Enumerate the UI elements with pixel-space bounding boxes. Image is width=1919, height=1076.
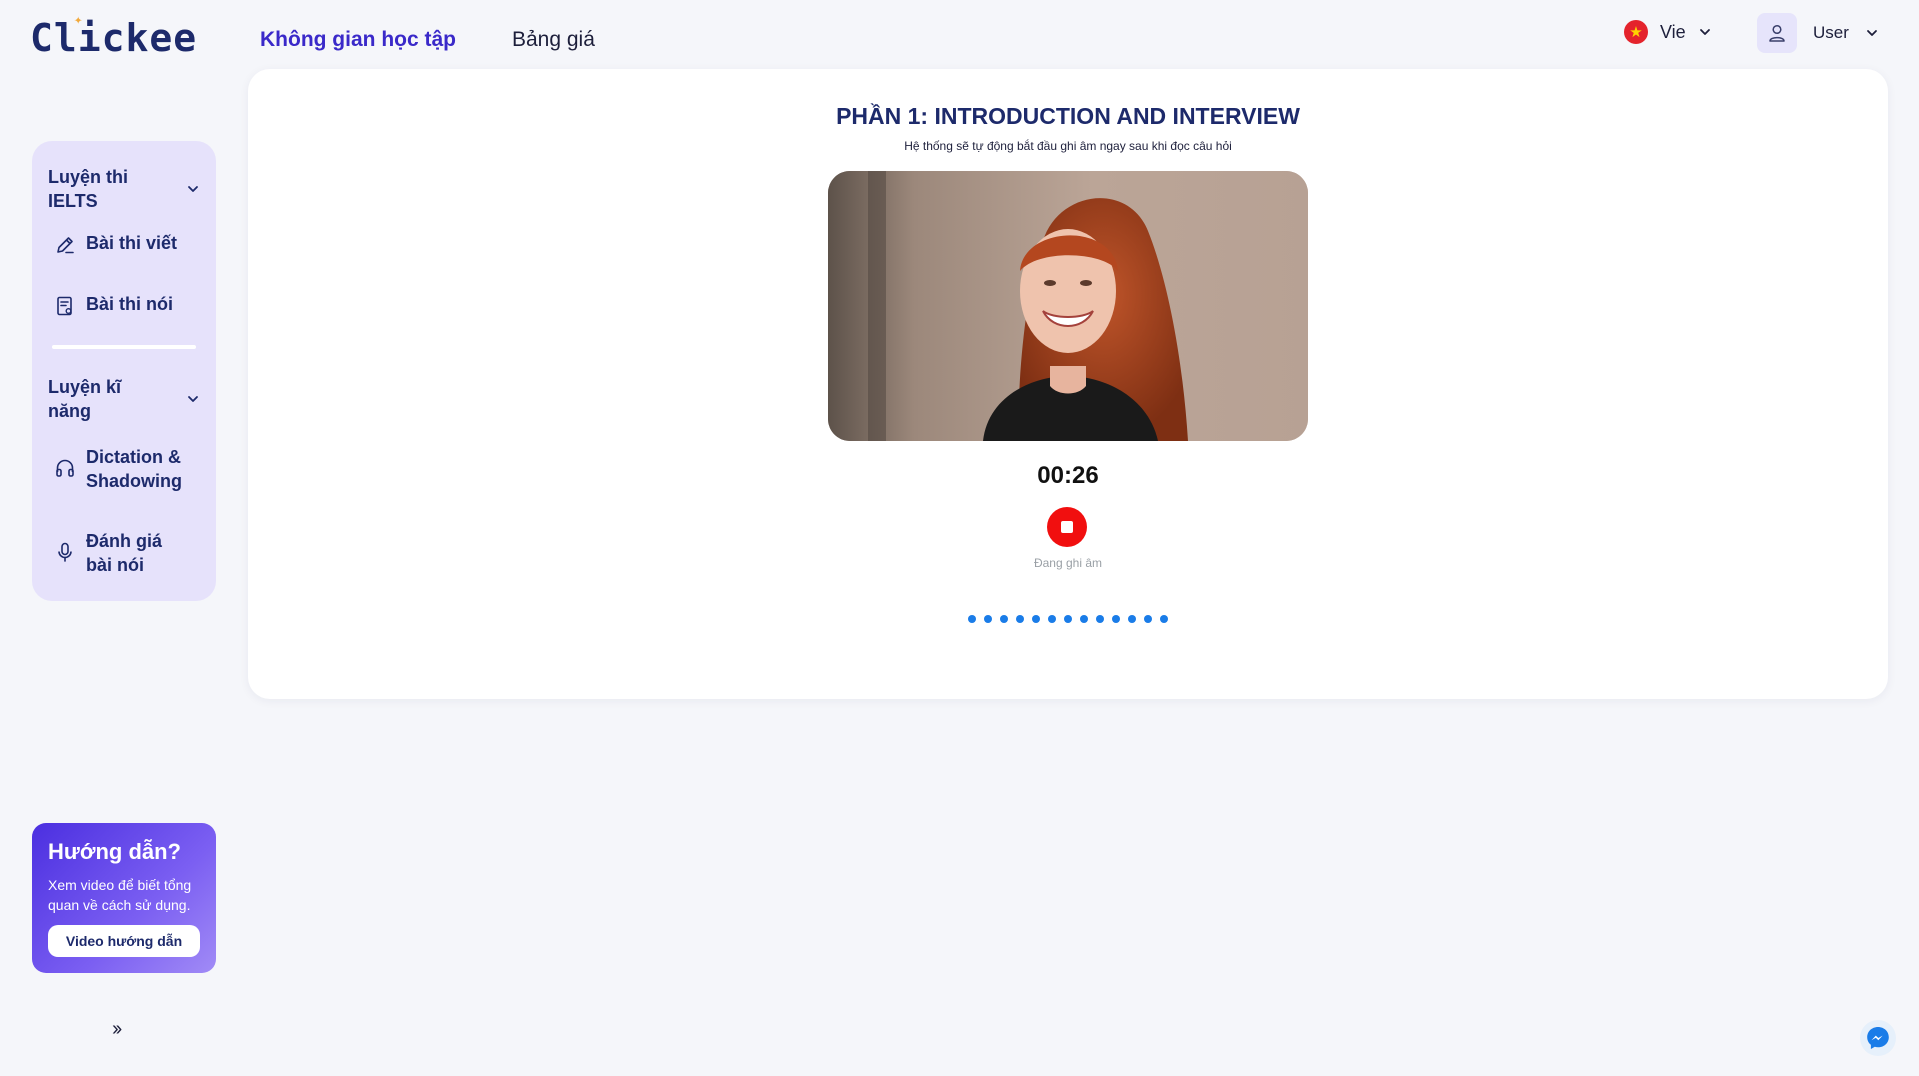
progress-dot [1112, 615, 1120, 623]
sidebar-divider [52, 345, 196, 349]
logo-text: Clickee [30, 16, 198, 60]
recording-status: Đang ghi âm [1033, 556, 1103, 570]
sidebar-item-dictation[interactable]: Dictation & Shadowing [48, 445, 200, 493]
main-nav: Không gian học tập Bảng giá [260, 28, 595, 52]
examiner-portrait [828, 171, 1308, 441]
microphone-icon [58, 542, 72, 562]
nav-learning-space[interactable]: Không gian học tập [260, 28, 456, 52]
section-ielts-toggle[interactable]: Luyện thi IELTS [48, 165, 200, 213]
sidebar-item-speaking-test[interactable]: Bài thi nói [48, 292, 200, 317]
user-menu[interactable]: User [1757, 13, 1879, 53]
stop-recording-button[interactable] [1047, 507, 1087, 547]
guide-title: Hướng dẫn? [48, 839, 181, 864]
part-subtitle: Hệ thống sẽ tự động bắt đầu ghi âm ngay … [904, 139, 1232, 153]
user-label: User [1813, 23, 1849, 42]
stop-icon [1061, 521, 1073, 533]
sidebar-item-writing-test[interactable]: Bài thi viết [48, 231, 200, 256]
chevron-down-icon [188, 396, 198, 402]
progress-dot [968, 615, 976, 623]
chevron-down-icon [1867, 30, 1877, 36]
app-logo[interactable]: Clickee ✦ [30, 12, 198, 60]
progress-dot [984, 615, 992, 623]
recording-timer: 00:26 [1037, 462, 1099, 489]
expand-sidebar-icon[interactable]: ›› [112, 1018, 122, 1041]
pencil-icon [57, 237, 74, 254]
chevron-down-icon [1699, 29, 1710, 35]
progress-dot [1128, 615, 1136, 623]
guide-card: Hướng dẫn? Xem video để biết tổng quan v… [32, 823, 216, 973]
language-selector[interactable]: ★ Vie [1624, 20, 1712, 44]
sidebar-item-label: Đánh giá bài nói [86, 531, 163, 575]
user-icon [1769, 24, 1785, 42]
avatar [1757, 13, 1797, 53]
section-title: Luyện kĩ năng [48, 377, 122, 421]
progress-dot [1032, 615, 1040, 623]
sidebar-item-speaking-review[interactable]: Đánh giá bài nói [48, 529, 200, 577]
speaking-test-card: PHẦN 1: INTRODUCTION AND INTERVIEW Hệ th… [248, 69, 1888, 699]
part-title: PHẦN 1: INTRODUCTION AND INTERVIEW [836, 103, 1300, 129]
progress-dot [1016, 615, 1024, 623]
progress-dot [1000, 615, 1008, 623]
progress-dot [1160, 615, 1168, 623]
guide-description: Xem video để biết tổng quan về cách sử d… [48, 877, 192, 913]
progress-dot [1144, 615, 1152, 623]
sidebar: Luyện thi IELTS Bài thi viết Bài thi nói… [32, 141, 216, 601]
headphones-icon [56, 459, 74, 477]
sidebar-item-label: Bài thi viết [86, 233, 178, 253]
chevron-down-icon [188, 186, 198, 192]
logo-spark-icon: ✦ [74, 12, 84, 28]
messenger-chat-button[interactable] [1860, 1020, 1896, 1056]
section-skills-toggle[interactable]: Luyện kĩ năng [48, 375, 200, 423]
speaking-test-icon [57, 296, 72, 316]
video-guide-button[interactable]: Video hướng dẫn [48, 925, 200, 957]
language-label: Vie [1660, 21, 1686, 42]
messenger-icon [1867, 1027, 1889, 1049]
sidebar-item-label: Dictation & Shadowing [86, 447, 182, 491]
sidebar-item-label: Bài thi nói [86, 294, 173, 314]
progress-dot [1080, 615, 1088, 623]
question-progress-dots [248, 615, 1888, 623]
section-title: Luyện thi IELTS [48, 167, 128, 211]
progress-dot [1096, 615, 1104, 623]
progress-dot [1064, 615, 1072, 623]
nav-pricing[interactable]: Bảng giá [512, 28, 595, 52]
progress-dot [1048, 615, 1056, 623]
examiner-video [828, 171, 1308, 441]
vietnam-flag-icon: ★ [1624, 20, 1648, 44]
